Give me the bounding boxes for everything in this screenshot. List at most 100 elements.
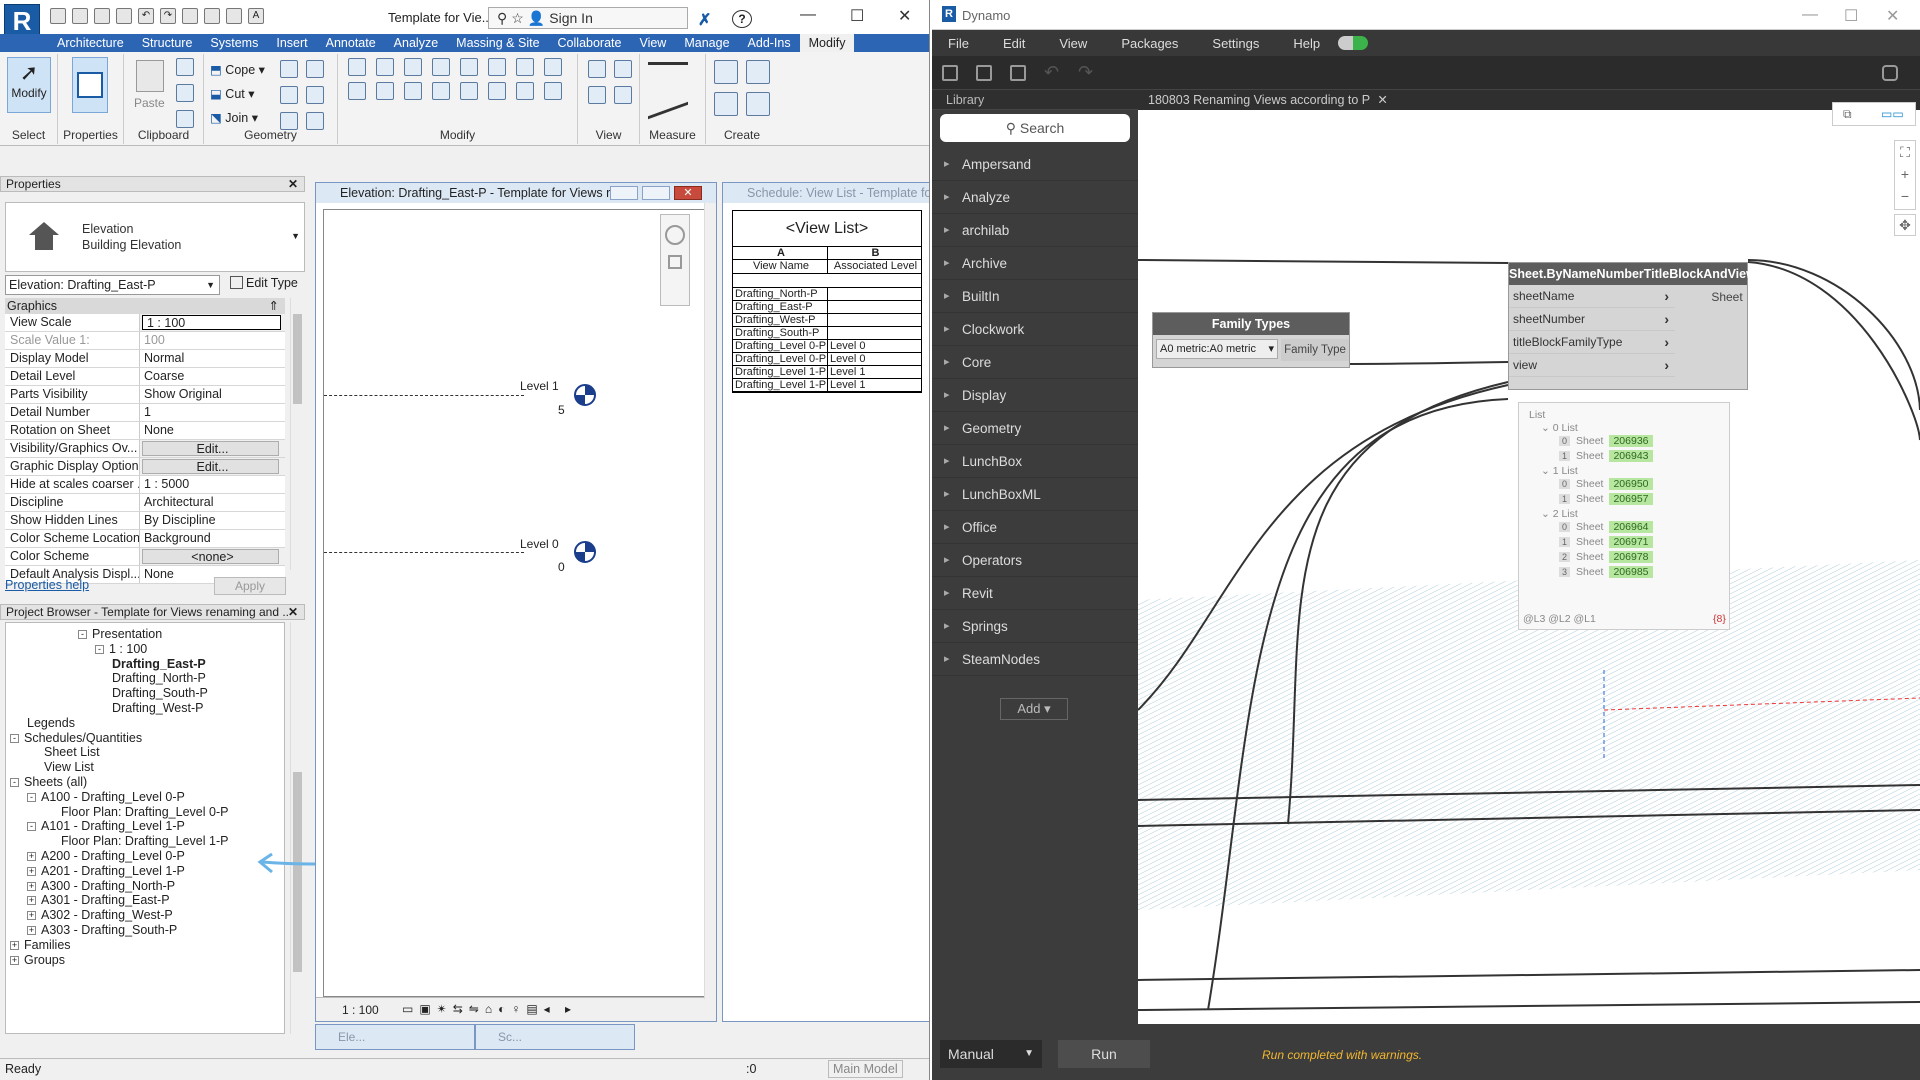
- family-type-dropdown[interactable]: A0 metric:A0 metric ▾: [1156, 339, 1278, 359]
- pan-icon[interactable]: ✥: [1894, 214, 1916, 236]
- properties-scrollbar[interactable]: [290, 298, 304, 570]
- library-category[interactable]: Springs: [932, 610, 1138, 643]
- undo-icon[interactable]: ↶: [138, 8, 154, 24]
- tab-structure[interactable]: Structure: [133, 34, 202, 52]
- menu-edit[interactable]: Edit: [987, 36, 1043, 51]
- expand-icon[interactable]: +: [27, 852, 36, 861]
- dimension-icon[interactable]: [204, 8, 220, 24]
- view-toggle[interactable]: ⧉ ▭▭: [1832, 102, 1916, 126]
- match-icon[interactable]: [176, 110, 194, 128]
- schedule-cell-view-name[interactable]: Drafting_Level 0-P: [733, 340, 828, 353]
- open-file-icon[interactable]: [976, 65, 992, 81]
- paste-label[interactable]: Paste: [134, 96, 165, 110]
- revit-app-menu-button[interactable]: R: [4, 4, 40, 36]
- active-model-dropdown[interactable]: Main Model: [828, 1060, 903, 1078]
- expand-icon[interactable]: +: [27, 896, 36, 906]
- halftone-icon[interactable]: [614, 86, 632, 104]
- browser-item[interactable]: - Presentation: [78, 627, 162, 642]
- property-value[interactable]: Architectural: [140, 494, 285, 511]
- graph-view-icon[interactable]: ⧉: [1843, 107, 1852, 122]
- minimize-button[interactable]: —: [1802, 6, 1818, 24]
- property-value[interactable]: Edit...: [142, 441, 279, 456]
- save-icon[interactable]: [94, 8, 110, 24]
- tab-manage[interactable]: Manage: [675, 34, 738, 52]
- instance-filter-dropdown[interactable]: Elevation: Drafting_East-P ▼: [5, 275, 220, 295]
- expand-icon[interactable]: +: [27, 926, 36, 935]
- library-category[interactable]: Clockwork: [932, 313, 1138, 346]
- notification-icon[interactable]: [1338, 36, 1369, 50]
- library-category[interactable]: Core: [932, 346, 1138, 379]
- mirror-axis-icon[interactable]: [404, 58, 422, 76]
- collapse-icon[interactable]: -: [78, 630, 87, 639]
- tab-file[interactable]: [0, 34, 48, 52]
- properties-button[interactable]: [72, 57, 108, 113]
- schedule-cell-level[interactable]: Level 0: [828, 340, 921, 353]
- expand-icon[interactable]: +: [10, 940, 19, 950]
- editable-only-count[interactable]: :0: [746, 1059, 756, 1079]
- column-a[interactable]: A: [733, 247, 828, 260]
- tab-insert[interactable]: Insert: [267, 34, 316, 52]
- user-icon[interactable]: 👤: [528, 10, 545, 27]
- browser-scrollbar[interactable]: [290, 622, 304, 1034]
- browser-item[interactable]: + Families: [10, 938, 71, 953]
- output-port-sheet[interactable]: Sheet: [1709, 287, 1745, 307]
- library-category[interactable]: BuiltIn: [932, 280, 1138, 313]
- schedule-cell-level[interactable]: [828, 327, 921, 340]
- schedule-cell-view-name[interactable]: Drafting_North-P: [733, 288, 828, 301]
- tab-collaborate[interactable]: Collaborate: [549, 34, 631, 52]
- browser-item[interactable]: Floor Plan: Drafting_Level 1-P: [61, 834, 228, 849]
- hide-icon[interactable]: [588, 60, 606, 78]
- menu-help[interactable]: Help: [1277, 36, 1338, 51]
- expand-icon[interactable]: +: [27, 881, 36, 891]
- schedule-cell-level[interactable]: Level 1: [828, 366, 921, 379]
- library-category[interactable]: LunchBox: [932, 445, 1138, 478]
- expand-icon[interactable]: +: [27, 866, 36, 876]
- minimize-button[interactable]: [610, 186, 638, 200]
- library-category[interactable]: Geometry: [932, 412, 1138, 445]
- zoom-out-icon[interactable]: −: [1895, 185, 1915, 207]
- move-icon[interactable]: [460, 58, 478, 76]
- open-icon[interactable]: [72, 8, 88, 24]
- node-preview-bubble[interactable]: List ⌄ 0 List 0 Sheet 206936 1 Sheet 206943 ⌄ 1 …: [1518, 402, 1730, 630]
- trim-icon[interactable]: [376, 82, 394, 100]
- measure-icon[interactable]: [182, 8, 198, 24]
- schedule-cell-view-name[interactable]: Drafting_South-P: [733, 327, 828, 340]
- delete-icon[interactable]: [516, 82, 534, 100]
- maximize-button[interactable]: ☐: [850, 6, 864, 26]
- schedule-cell-level[interactable]: [828, 301, 921, 314]
- browser-item[interactable]: Drafting_North-P: [112, 671, 206, 686]
- library-category[interactable]: Operators: [932, 544, 1138, 577]
- browser-item[interactable]: Drafting_East-P: [112, 657, 206, 672]
- property-value[interactable]: Show Original: [140, 386, 285, 403]
- browser-item[interactable]: + A301 - Drafting_East-P: [27, 893, 170, 908]
- input-port-titleblock[interactable]: titleBlockFamilyType: [1509, 331, 1675, 354]
- modify-button[interactable]: ➚ Modify: [7, 57, 51, 113]
- library-category[interactable]: Office: [932, 511, 1138, 544]
- property-value[interactable]: Coarse: [140, 368, 285, 385]
- tab-annotate[interactable]: Annotate: [317, 34, 385, 52]
- wall-join-icon[interactable]: [280, 86, 298, 104]
- schedule-cell-view-name[interactable]: Drafting_West-P: [733, 314, 828, 327]
- property-value[interactable]: 1: [140, 404, 285, 421]
- library-category[interactable]: Ampersand: [932, 148, 1138, 181]
- tab-systems[interactable]: Systems: [201, 34, 267, 52]
- zoom-icon[interactable]: [668, 255, 682, 269]
- tab-architecture[interactable]: Architecture: [48, 34, 133, 52]
- chevron-down-icon[interactable]: ▼: [291, 231, 300, 241]
- close-button[interactable]: ✕: [674, 186, 702, 200]
- collapse-icon[interactable]: -: [27, 822, 36, 832]
- mirror-draw-icon[interactable]: [432, 58, 450, 76]
- split-gap-icon[interactable]: [544, 82, 562, 100]
- close-icon[interactable]: ✕: [287, 605, 298, 619]
- split-face-icon[interactable]: [280, 60, 298, 78]
- properties-help-link[interactable]: Properties help: [5, 578, 89, 592]
- input-port-view[interactable]: view: [1509, 354, 1675, 377]
- browser-item[interactable]: + Groups: [10, 953, 65, 968]
- help-icon[interactable]: ?: [732, 10, 752, 28]
- browser-item[interactable]: + A201 - Drafting_Level 1-P: [27, 864, 185, 879]
- tag-icon[interactable]: [226, 8, 242, 24]
- sign-in-label[interactable]: Sign In: [549, 10, 593, 26]
- measure-tape-icon[interactable]: [648, 62, 688, 66]
- edit-type-button[interactable]: Edit Type: [230, 276, 298, 290]
- close-button[interactable]: ✕: [1886, 6, 1899, 26]
